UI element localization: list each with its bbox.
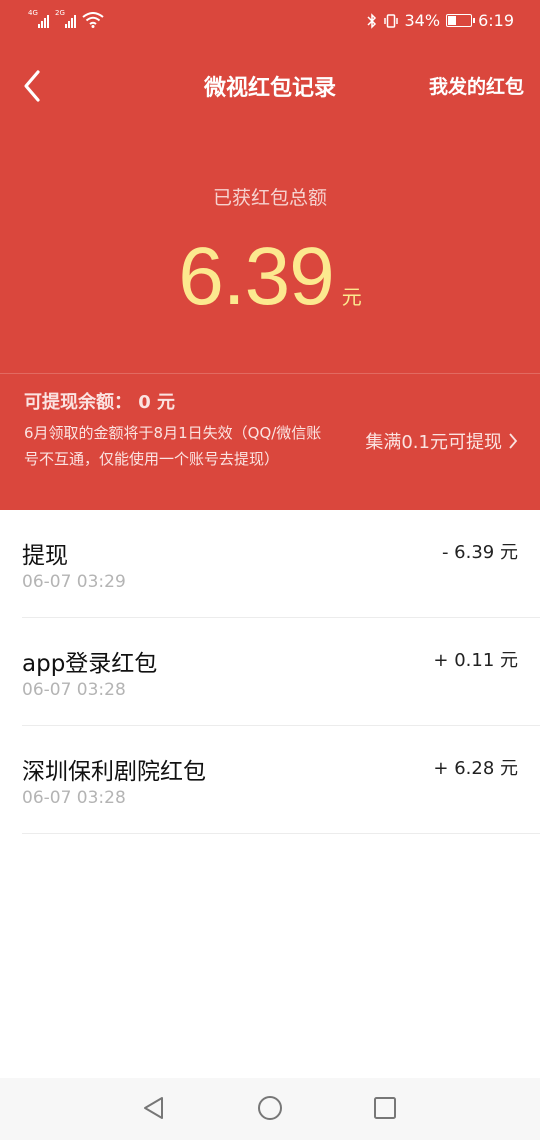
record-amount: + 6.28 元 bbox=[433, 758, 518, 779]
my-sent-redpackets-link[interactable]: 我发的红包 bbox=[429, 72, 524, 99]
divider bbox=[0, 373, 540, 374]
chevron-right-icon bbox=[509, 433, 518, 449]
expiry-notice: 6月领取的金额将于8月1日失效（QQ/微信账号不互通，仅能使用一个账号去提现） bbox=[24, 424, 322, 468]
wifi-icon bbox=[82, 12, 104, 28]
record-title: 深圳保利剧院红包 bbox=[22, 759, 206, 785]
list-item[interactable]: 提现 06-07 03:29 - 6.39 元 bbox=[22, 510, 540, 618]
bluetooth-icon bbox=[366, 12, 376, 29]
record-amount: - 6.39 元 bbox=[441, 542, 518, 563]
total-amount: 6.39 bbox=[178, 231, 335, 322]
signal-icon: 4G bbox=[28, 10, 49, 28]
record-title: app登录红包 bbox=[22, 651, 158, 677]
header-panel: 4G 2G 34% 6:19 微视红包记录 我发的红包 已获红包总额 6.39 … bbox=[0, 0, 540, 510]
list-item[interactable]: app登录红包 06-07 03:28 + 0.11 元 bbox=[22, 618, 540, 726]
nav-home-icon[interactable] bbox=[256, 1094, 284, 1122]
list-item[interactable]: 深圳保利剧院红包 06-07 03:28 + 6.28 元 bbox=[22, 726, 540, 834]
nav-recents-icon[interactable] bbox=[371, 1094, 399, 1122]
nav-bar: 微视红包记录 我发的红包 bbox=[0, 60, 540, 112]
record-time: 06-07 03:29 bbox=[22, 572, 126, 592]
withdraw-threshold-label: 集满0.1元可提现 bbox=[365, 432, 502, 453]
signal-icon: 2G bbox=[55, 10, 76, 28]
system-nav-bar bbox=[0, 1078, 540, 1140]
nav-back-icon[interactable] bbox=[140, 1094, 168, 1122]
total-unit: 元 bbox=[341, 285, 362, 309]
vibrate-icon bbox=[383, 13, 398, 28]
record-time: 06-07 03:28 bbox=[22, 680, 126, 700]
battery-icon bbox=[446, 14, 476, 27]
record-time: 06-07 03:28 bbox=[22, 788, 126, 808]
withdraw-threshold-link[interactable]: 集满0.1元可提现 bbox=[365, 428, 518, 454]
total-label: 已获红包总额 bbox=[212, 187, 327, 209]
battery-percent: 34% bbox=[404, 11, 441, 30]
record-list: 提现 06-07 03:29 - 6.39 元 app登录红包 06-07 03… bbox=[0, 510, 540, 834]
status-bar: 4G 2G 34% 6:19 bbox=[0, 0, 540, 44]
record-title: 提现 bbox=[22, 543, 68, 569]
clock: 6:19 bbox=[478, 11, 514, 30]
total-amount-row: 6.39 元 bbox=[0, 230, 540, 324]
withdrawable-balance: 可提现余额： 0 元 bbox=[24, 392, 176, 413]
record-amount: + 0.11 元 bbox=[433, 650, 518, 671]
